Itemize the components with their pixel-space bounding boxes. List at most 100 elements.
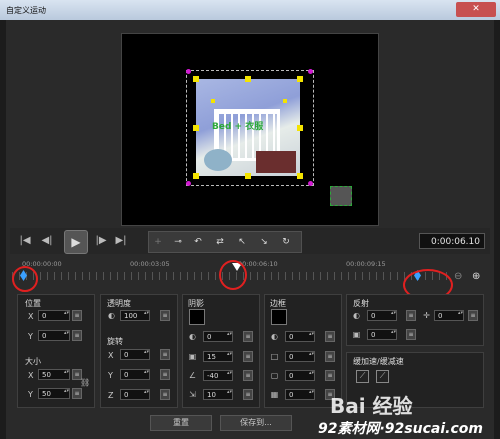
opacity-menu-button[interactable]: ≡	[160, 310, 170, 321]
previous-frame-button[interactable]: ◀|	[40, 234, 54, 248]
go-to-end-button[interactable]: ▶|	[114, 234, 128, 248]
shadow-angle-menu-button[interactable]: ≡	[243, 370, 253, 381]
position-x-label: X	[28, 312, 34, 321]
size-y-input[interactable]: 50	[38, 388, 70, 399]
resize-handle-e[interactable]	[297, 125, 303, 131]
border-width-input[interactable]: 0	[285, 351, 315, 362]
resize-handle-n[interactable]	[245, 76, 251, 82]
border-color-swatch[interactable]	[271, 309, 287, 325]
opacity-input[interactable]: 100	[120, 310, 150, 321]
reflection-opacity-icon: ◐	[353, 311, 360, 320]
shadow-distance-icon: ⇲	[189, 390, 196, 399]
timecode-display[interactable]: 0:00:06.10	[419, 233, 485, 249]
add-keyframe-icon[interactable]: +	[151, 236, 165, 248]
size-x-input[interactable]: 50	[38, 369, 70, 380]
zoom-in-icon[interactable]: ⊕	[472, 272, 482, 282]
teddy-picture	[204, 149, 232, 171]
move-left-icon[interactable]: ↖	[235, 236, 249, 248]
reflection-distance-menu-button[interactable]: ≡	[406, 329, 416, 340]
border-soften-icon: ▦	[270, 390, 279, 399]
shadow-handle-box[interactable]	[330, 186, 352, 206]
resize-handle-ne[interactable]	[297, 76, 303, 82]
shadow-angle-icon: ∠	[188, 371, 197, 380]
shadow-title: 阴影	[188, 299, 204, 308]
highlight-circle	[219, 260, 247, 290]
shadow-distance-menu-button[interactable]: ≡	[243, 389, 253, 400]
shadow-color-swatch[interactable]	[189, 309, 205, 325]
shadow-blur-menu-button[interactable]: ≡	[243, 351, 253, 362]
border-opacity-menu-button[interactable]: ≡	[325, 331, 335, 342]
border-opacity-icon: ◐	[271, 332, 278, 341]
close-button[interactable]: ✕	[456, 2, 496, 17]
next-frame-button[interactable]: |▶	[94, 234, 108, 248]
position-x-input[interactable]: 0	[38, 310, 70, 321]
keyframe-toolbar: + ⊸ ↶ ⇄ ↖ ↘ ↻	[148, 231, 302, 253]
move-right-icon[interactable]: ↘	[257, 236, 271, 248]
reflection-angle-menu-button[interactable]: ≡	[468, 310, 478, 321]
save-to-button[interactable]: 保存到...	[220, 415, 292, 431]
rotation-y-input[interactable]: 0	[120, 369, 150, 380]
reflection-opacity-input[interactable]: 0	[367, 310, 397, 321]
rotation-z-input[interactable]: 0	[120, 389, 150, 400]
rotate-handle-nw[interactable]	[186, 69, 191, 74]
rotate-handle-sw[interactable]	[186, 181, 191, 186]
shadow-distance-input[interactable]: 10	[203, 389, 233, 400]
rotation-x-menu-button[interactable]: ≡	[160, 349, 170, 360]
distort-handle[interactable]	[211, 99, 215, 103]
rotate-handle-se[interactable]	[308, 181, 313, 186]
zoom-out-icon[interactable]: ⊖	[454, 272, 464, 282]
swap-keyframe-icon[interactable]: ⇄	[213, 236, 227, 248]
reflection-title: 反射	[353, 299, 369, 308]
reflection-distance-input[interactable]: 0	[367, 329, 397, 340]
shadow-opacity-menu-button[interactable]: ≡	[243, 331, 253, 342]
opacity-title: 透明度	[107, 299, 131, 308]
reset-keyframe-icon[interactable]: ↻	[279, 236, 293, 248]
move-icon: ✛	[423, 311, 430, 320]
position-y-input[interactable]: 0	[38, 330, 70, 341]
border-opacity-input[interactable]: 0	[285, 331, 315, 342]
ease-out-icon[interactable]: ⟋	[376, 370, 389, 383]
border-radius-menu-button[interactable]: ≡	[325, 370, 335, 381]
border-title: 边框	[270, 299, 286, 308]
opacity-icon: ◐	[108, 311, 115, 320]
reset-button[interactable]: 重置	[150, 415, 212, 431]
rotation-z-menu-button[interactable]: ≡	[160, 389, 170, 400]
reflection-opacity-menu-button[interactable]: ≡	[406, 310, 416, 321]
highlight-circle	[12, 266, 38, 292]
title-bar: 自定义运动 ✕	[0, 0, 500, 20]
play-button[interactable]: ▶	[64, 230, 88, 254]
ease-in-icon[interactable]: ⟋	[356, 370, 369, 383]
link-icon[interactable]: ⛓	[80, 378, 90, 387]
bag-picture	[256, 151, 296, 173]
resize-handle-se[interactable]	[297, 173, 303, 179]
resize-handle-w[interactable]	[193, 125, 199, 131]
shadow-angle-input[interactable]: -40	[203, 370, 233, 381]
resize-handle-sw[interactable]	[193, 173, 199, 179]
position-x-menu-button[interactable]: ≡	[72, 310, 82, 321]
shadow-blur-input[interactable]: 15	[203, 351, 233, 362]
rotation-x-input[interactable]: 0	[120, 349, 150, 360]
remove-keyframe-icon[interactable]: ⊸	[171, 236, 185, 248]
reverse-keyframe-icon[interactable]: ↶	[191, 236, 205, 248]
border-radius-icon: ▢	[270, 371, 279, 380]
timeline-label: 00:00:09:15	[346, 260, 386, 268]
position-title: 位置	[25, 299, 41, 308]
border-soften-input[interactable]: 0	[285, 389, 315, 400]
size-y-label: Y	[28, 390, 33, 399]
position-y-menu-button[interactable]: ≡	[72, 330, 82, 341]
position-y-label: Y	[28, 332, 33, 341]
resize-handle-nw[interactable]	[193, 76, 199, 82]
rotation-x-label: X	[108, 351, 114, 360]
preview-image[interactable]: Bed + 衣服	[196, 79, 300, 176]
resize-handle-s[interactable]	[245, 173, 251, 179]
photo-caption: Bed + 衣服	[212, 122, 264, 132]
border-width-menu-button[interactable]: ≡	[325, 351, 335, 362]
reflection-angle-input[interactable]: 0	[434, 310, 464, 321]
border-radius-input[interactable]: 0	[285, 370, 315, 381]
distort-handle[interactable]	[283, 99, 287, 103]
rotate-handle-ne[interactable]	[308, 69, 313, 74]
go-to-start-button[interactable]: |◀	[18, 234, 32, 248]
rotation-y-menu-button[interactable]: ≡	[160, 369, 170, 380]
shadow-opacity-input[interactable]: 0	[203, 331, 233, 342]
size-y-menu-button[interactable]: ≡	[72, 388, 82, 399]
